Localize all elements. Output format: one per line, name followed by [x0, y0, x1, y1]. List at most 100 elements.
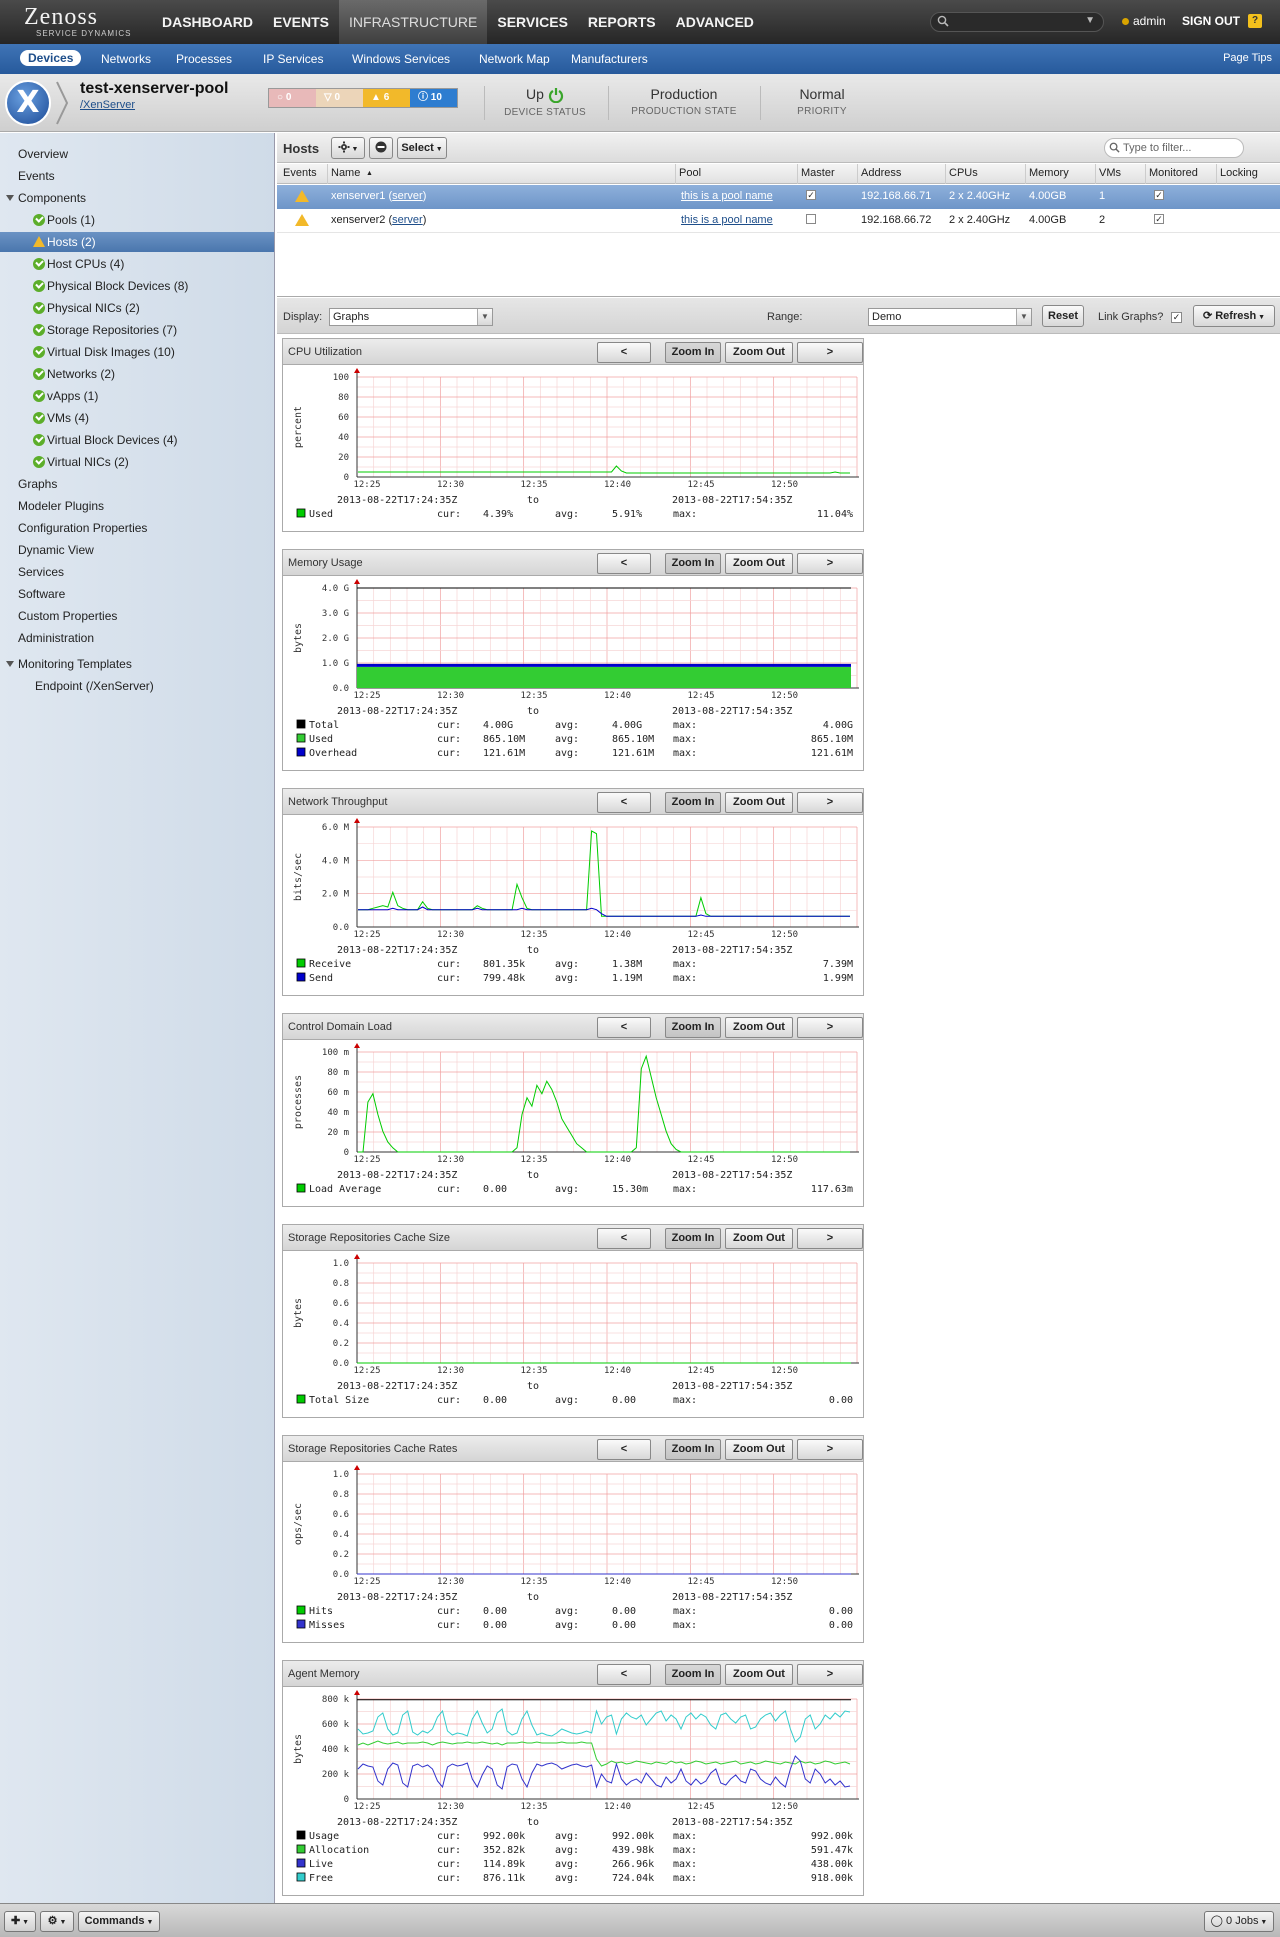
sidebar-item-configuration-properties[interactable]: Configuration Properties — [18, 521, 147, 535]
nav-advanced[interactable]: ADVANCED — [666, 0, 764, 44]
info-event-count[interactable]: ⓘ 10 — [410, 89, 457, 107]
jobs-button[interactable]: ◯ 0 Jobs ▼ — [1204, 1911, 1274, 1932]
pool-link[interactable]: this is a pool name — [681, 214, 773, 226]
prev-button[interactable]: < — [597, 792, 651, 813]
grid-filter-input[interactable]: Type to filter... — [1104, 138, 1244, 158]
sidebar-item-storage-repositories[interactable]: Storage Repositories (7) — [33, 323, 177, 337]
column-header-name[interactable]: Name — [331, 167, 360, 179]
zoom-in-button[interactable]: Zoom In — [665, 342, 721, 363]
critical-event-count[interactable]: ○ 0 — [269, 89, 316, 107]
sidebar-item-hosts[interactable]: Hosts (2) — [0, 232, 274, 252]
column-header-master[interactable]: Master — [801, 167, 835, 179]
prev-button[interactable]: < — [597, 1439, 651, 1460]
sort-ascending-icon[interactable]: ▲ — [366, 170, 373, 177]
prev-button[interactable]: < — [597, 1228, 651, 1249]
zoom-out-button[interactable]: Zoom Out — [725, 553, 793, 574]
server-link[interactable]: server — [392, 214, 423, 226]
sidebar-item-physical-block-devices[interactable]: Physical Block Devices (8) — [33, 279, 188, 293]
chevron-down-icon[interactable]: ▼ — [477, 309, 492, 325]
signout-link[interactable]: SIGN OUT — [1182, 14, 1240, 28]
server-link[interactable]: server — [392, 190, 423, 202]
sidebar-item-modeler-plugins[interactable]: Modeler Plugins — [18, 499, 104, 513]
sidebar-item-networks[interactable]: Networks (2) — [33, 367, 115, 381]
zoom-out-button[interactable]: Zoom Out — [725, 1228, 793, 1249]
sidebar-item-physical-nics[interactable]: Physical NICs (2) — [33, 301, 140, 315]
column-header-events[interactable]: Events — [283, 167, 317, 179]
sidebar-item-virtual-block-devices[interactable]: Virtual Block Devices (4) — [33, 433, 178, 447]
delete-button[interactable] — [369, 137, 393, 159]
nav-reports[interactable]: REPORTS — [578, 0, 666, 44]
prev-button[interactable]: < — [597, 1664, 651, 1685]
zoom-out-button[interactable]: Zoom Out — [725, 1439, 793, 1460]
prev-button[interactable]: < — [597, 553, 651, 574]
next-button[interactable]: > — [797, 1439, 863, 1460]
zoom-in-button[interactable]: Zoom In — [665, 1017, 721, 1038]
page-tips-link[interactable]: Page Tips — [1223, 52, 1272, 64]
sidebar-item-overview[interactable]: Overview — [18, 147, 68, 161]
column-header-pool[interactable]: Pool — [679, 167, 701, 179]
global-search-input[interactable]: ▼ — [930, 12, 1104, 32]
sidebar-item-host-cpus[interactable]: Host CPUs (4) — [33, 257, 124, 271]
zoom-in-button[interactable]: Zoom In — [665, 553, 721, 574]
zoom-in-button[interactable]: Zoom In — [665, 1664, 721, 1685]
event-summary[interactable]: ○ 0 ▽ 0 ▲ 6 ⓘ 10 — [268, 88, 458, 108]
commands-button[interactable]: Commands ▼ — [78, 1911, 160, 1932]
sidebar-item-monitoring-templates[interactable]: Monitoring Templates — [6, 657, 132, 671]
column-header-monitored[interactable]: Monitored — [1149, 167, 1198, 179]
zoom-in-button[interactable]: Zoom In — [665, 1439, 721, 1460]
sidebar-item-administration[interactable]: Administration — [18, 631, 94, 645]
refresh-button[interactable]: ⟳ Refresh ▼ — [1193, 305, 1275, 327]
error-event-count[interactable]: ▽ 0 — [316, 89, 363, 107]
subnav-windows-services[interactable]: Windows Services — [352, 52, 450, 66]
sidebar-item-vapps[interactable]: vApps (1) — [33, 389, 98, 403]
gear-menu-button[interactable]: ▼ — [331, 137, 365, 159]
sidebar-item-components[interactable]: Components — [6, 191, 86, 205]
range-select[interactable]: Demo ▼ — [868, 308, 1032, 326]
subnav-networks[interactable]: Networks — [101, 52, 151, 66]
next-button[interactable]: > — [797, 1017, 863, 1038]
zoom-out-button[interactable]: Zoom Out — [725, 792, 793, 813]
expand-triangle-icon[interactable] — [6, 661, 14, 667]
column-header-locking[interactable]: Locking — [1220, 167, 1258, 179]
pool-link[interactable]: this is a pool name — [681, 190, 773, 202]
next-button[interactable]: > — [797, 342, 863, 363]
subnav-network-map[interactable]: Network Map — [479, 52, 550, 66]
zoom-out-button[interactable]: Zoom Out — [725, 1664, 793, 1685]
sidebar-item-vms[interactable]: VMs (4) — [33, 411, 89, 425]
subnav-devices[interactable]: Devices — [20, 50, 82, 66]
zoom-out-button[interactable]: Zoom Out — [725, 342, 793, 363]
reset-button[interactable]: Reset — [1042, 305, 1084, 327]
chevron-down-icon[interactable]: ▼ — [1016, 309, 1031, 325]
device-class-link[interactable]: /XenServer — [80, 99, 135, 111]
sidebar-item-dynamic-view[interactable]: Dynamic View — [18, 543, 94, 557]
column-header-cpus[interactable]: CPUs — [949, 167, 978, 179]
prev-button[interactable]: < — [597, 342, 651, 363]
zoom-out-button[interactable]: Zoom Out — [725, 1017, 793, 1038]
table-row[interactable]: xenserver2 (server) this is a pool name 19… — [277, 209, 1280, 233]
pool-link-text[interactable]: this is a pool name — [681, 214, 773, 226]
pool-link-text[interactable]: this is a pool name — [681, 190, 773, 202]
zenoss-logo[interactable]: Zenoss SERVICE DYNAMICS — [24, 5, 134, 38]
add-button[interactable]: ✚ ▼ — [4, 1911, 36, 1932]
nav-dashboard[interactable]: DASHBOARD — [152, 0, 263, 44]
next-button[interactable]: > — [797, 1228, 863, 1249]
column-header-memory[interactable]: Memory — [1029, 167, 1069, 179]
sidebar-item-virtual-disk-images[interactable]: Virtual Disk Images (10) — [33, 345, 175, 359]
next-button[interactable]: > — [797, 792, 863, 813]
sidebar-item-endpoint[interactable]: Endpoint (/XenServer) — [35, 679, 154, 693]
sidebar-item-custom-properties[interactable]: Custom Properties — [18, 609, 117, 623]
sidebar-item-pools[interactable]: Pools (1) — [33, 213, 95, 227]
nav-services[interactable]: SERVICES — [487, 0, 578, 44]
nav-events[interactable]: EVENTS — [263, 0, 339, 44]
user-menu[interactable]: admin — [1122, 14, 1166, 28]
table-row[interactable]: xenserver1 (server) this is a pool name ✓ 1… — [277, 185, 1280, 209]
sidebar-item-software[interactable]: Software — [18, 587, 65, 601]
select-menu-button[interactable]: Select ▼ — [397, 137, 447, 159]
sidebar-item-graphs[interactable]: Graphs — [18, 477, 57, 491]
sidebar-item-virtual-nics[interactable]: Virtual NICs (2) — [33, 455, 129, 469]
help-icon[interactable]: ? — [1248, 14, 1262, 28]
actions-gear-button[interactable]: ⚙ ▼ — [40, 1911, 74, 1932]
expand-triangle-icon[interactable] — [6, 195, 14, 201]
subnav-ip-services[interactable]: IP Services — [263, 52, 323, 66]
sidebar-item-events[interactable]: Events — [18, 169, 55, 183]
